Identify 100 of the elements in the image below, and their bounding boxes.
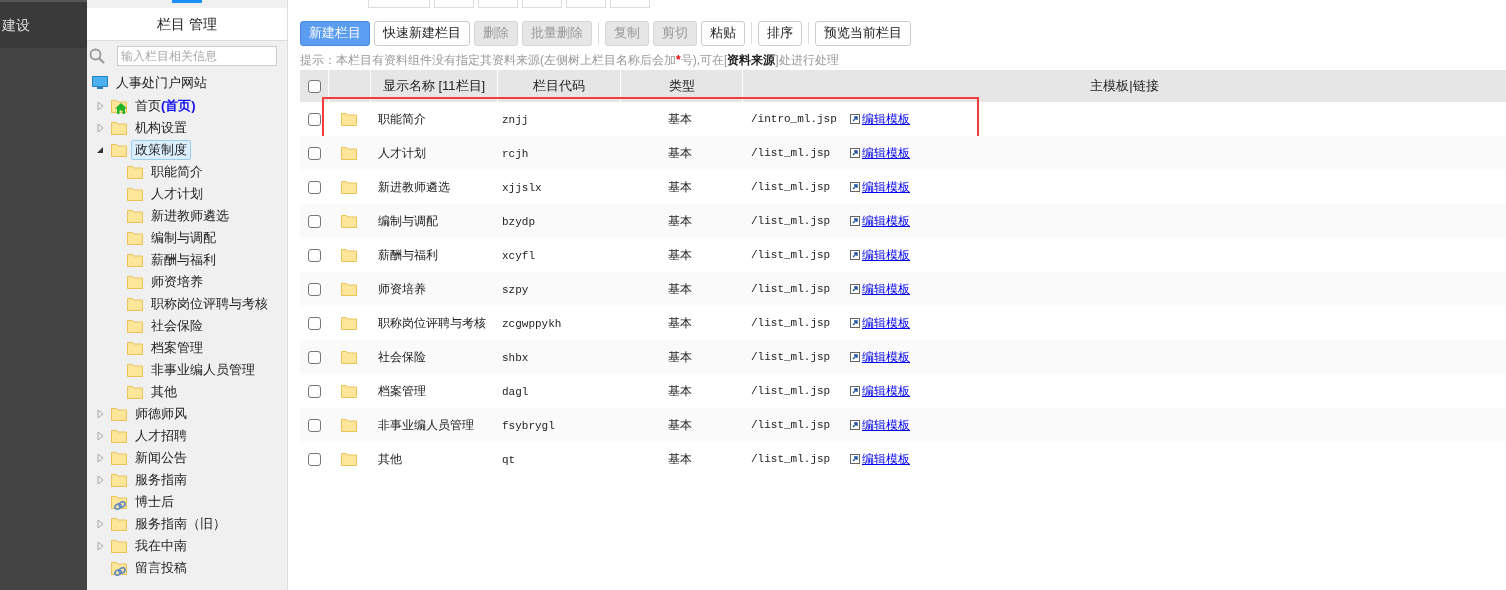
folder-icon [341,316,357,330]
tab[interactable] [434,0,474,8]
folder-icon [127,253,143,267]
edit-template-link[interactable]: 编辑模板 [862,280,910,298]
folder-icon [111,539,127,553]
edit-template-link[interactable]: 编辑模板 [862,144,910,162]
house-icon [115,103,127,114]
table-cell: 社会保险 [378,350,426,364]
tree-item[interactable]: 机构设置 [131,118,191,138]
edit-template-link[interactable]: 编辑模板 [862,382,910,400]
tab[interactable] [610,0,650,8]
table-cell: 基本 [668,146,692,160]
folder-icon [127,275,143,289]
folder-icon [127,165,143,179]
chain-link-icon [114,567,126,576]
checkbox[interactable] [307,316,321,330]
collapsed-arrow-icon[interactable] [96,541,104,551]
external-link-icon [850,386,860,396]
panel-title: 栏目 管理 [157,14,217,34]
checkbox[interactable] [307,350,321,364]
toolbar-button[interactable]: 快速新建栏目 [374,20,470,46]
folder-icon [127,209,143,223]
checkbox[interactable] [307,146,321,160]
toolbar-button[interactable]: 预览当前栏目 [815,20,911,46]
collapsed-arrow-icon[interactable] [96,101,104,111]
tree-item[interactable]: 师资培养 [151,272,203,292]
checkbox[interactable] [307,248,321,262]
collapsed-arrow-icon[interactable] [96,519,104,529]
folder-icon [127,187,143,201]
toolbar-button[interactable]: 粘贴 [701,20,745,46]
edit-template-link[interactable]: 编辑模板 [862,212,910,230]
tree-item[interactable]: 政策制度 [131,140,191,160]
tree-item[interactable]: 其他 [151,382,177,402]
tree-item[interactable]: 我在中南 [131,536,191,556]
checkbox[interactable] [307,112,321,126]
tree-item[interactable]: 新进教师遴选 [151,206,229,226]
edit-template-link[interactable]: 编辑模板 [862,178,910,196]
checkbox[interactable] [307,384,321,398]
external-link-icon [850,250,860,260]
table-cell: 基本 [668,418,692,432]
tree-item[interactable]: 职能简介 [151,162,203,182]
table-cell: shbx [502,351,529,364]
folder-icon [127,319,143,333]
tab[interactable] [368,0,430,8]
tree-item[interactable]: 非事业编人员管理 [151,360,255,380]
checkbox[interactable] [307,452,321,466]
tree-item[interactable]: 编制与调配 [151,228,216,248]
tree-item[interactable]: 档案管理 [151,338,203,358]
collapsed-arrow-icon[interactable] [96,475,104,485]
table-cell: znjj [502,113,529,126]
edit-template-link[interactable]: 编辑模板 [862,450,910,468]
tree-item[interactable]: 服务指南（旧） [131,514,230,534]
table-cell-text: /list_ml.jsp [751,213,832,229]
tab[interactable] [522,0,562,8]
folder-icon [341,418,357,432]
tab[interactable] [478,0,518,8]
tree-item[interactable]: 首页(首页) [131,96,200,116]
search-icon [89,48,105,64]
tree-item[interactable]: 薪酬与福利 [151,250,216,270]
collapsed-arrow-icon[interactable] [96,409,104,419]
edit-template-link[interactable]: 编辑模板 [862,314,910,332]
tree-item[interactable]: 师德师风 [131,404,191,424]
external-link-icon [850,148,860,158]
checkbox[interactable] [307,418,321,432]
checkbox[interactable] [307,214,321,228]
table-cell: 基本 [668,112,692,126]
toolbar-button[interactable]: 排序 [758,20,802,46]
tree-item[interactable]: 社会保险 [151,316,203,336]
edit-template-link[interactable]: 编辑模板 [862,416,910,434]
folder-icon [341,112,357,126]
tab[interactable] [566,0,606,8]
folder-icon [341,214,357,228]
collapsed-arrow-icon[interactable] [96,431,104,441]
tree-item[interactable]: 留言投稿 [131,558,191,578]
tree-item[interactable]: 人才招聘 [131,426,191,446]
tree-root[interactable]: 人事处门户网站 [116,73,207,93]
table-cell: 人才计划 [378,146,426,160]
collapsed-arrow-icon[interactable] [96,123,104,133]
table-cell: qt [502,453,516,466]
folder-icon [111,407,127,421]
tree-item[interactable]: 新闻公告 [131,448,191,468]
sidebar-title[interactable]: 建设 [0,14,30,36]
checkbox[interactable] [307,180,321,194]
tree-item[interactable]: 博士后 [131,492,178,512]
edit-template-link[interactable]: 编辑模板 [862,348,910,366]
folder-icon [111,429,127,443]
expanded-arrow-icon[interactable] [96,146,104,154]
tree-item[interactable]: 服务指南 [131,470,191,490]
edit-template-link[interactable]: 编辑模板 [862,246,910,264]
checkbox[interactable] [307,79,321,93]
checkbox[interactable] [307,282,321,296]
tree-item[interactable]: 人才计划 [151,184,203,204]
tree-item[interactable]: 职称岗位评聘与考核 [151,294,268,314]
collapsed-arrow-icon[interactable] [96,453,104,463]
external-link-icon [850,114,860,124]
table-cell: 薪酬与福利 [378,248,438,262]
edit-template-link[interactable]: 编辑模板 [862,110,910,128]
table-cell: 基本 [668,180,692,194]
search-field[interactable]: 输入栏目相关信息 [117,46,277,66]
folder-icon [111,451,127,465]
